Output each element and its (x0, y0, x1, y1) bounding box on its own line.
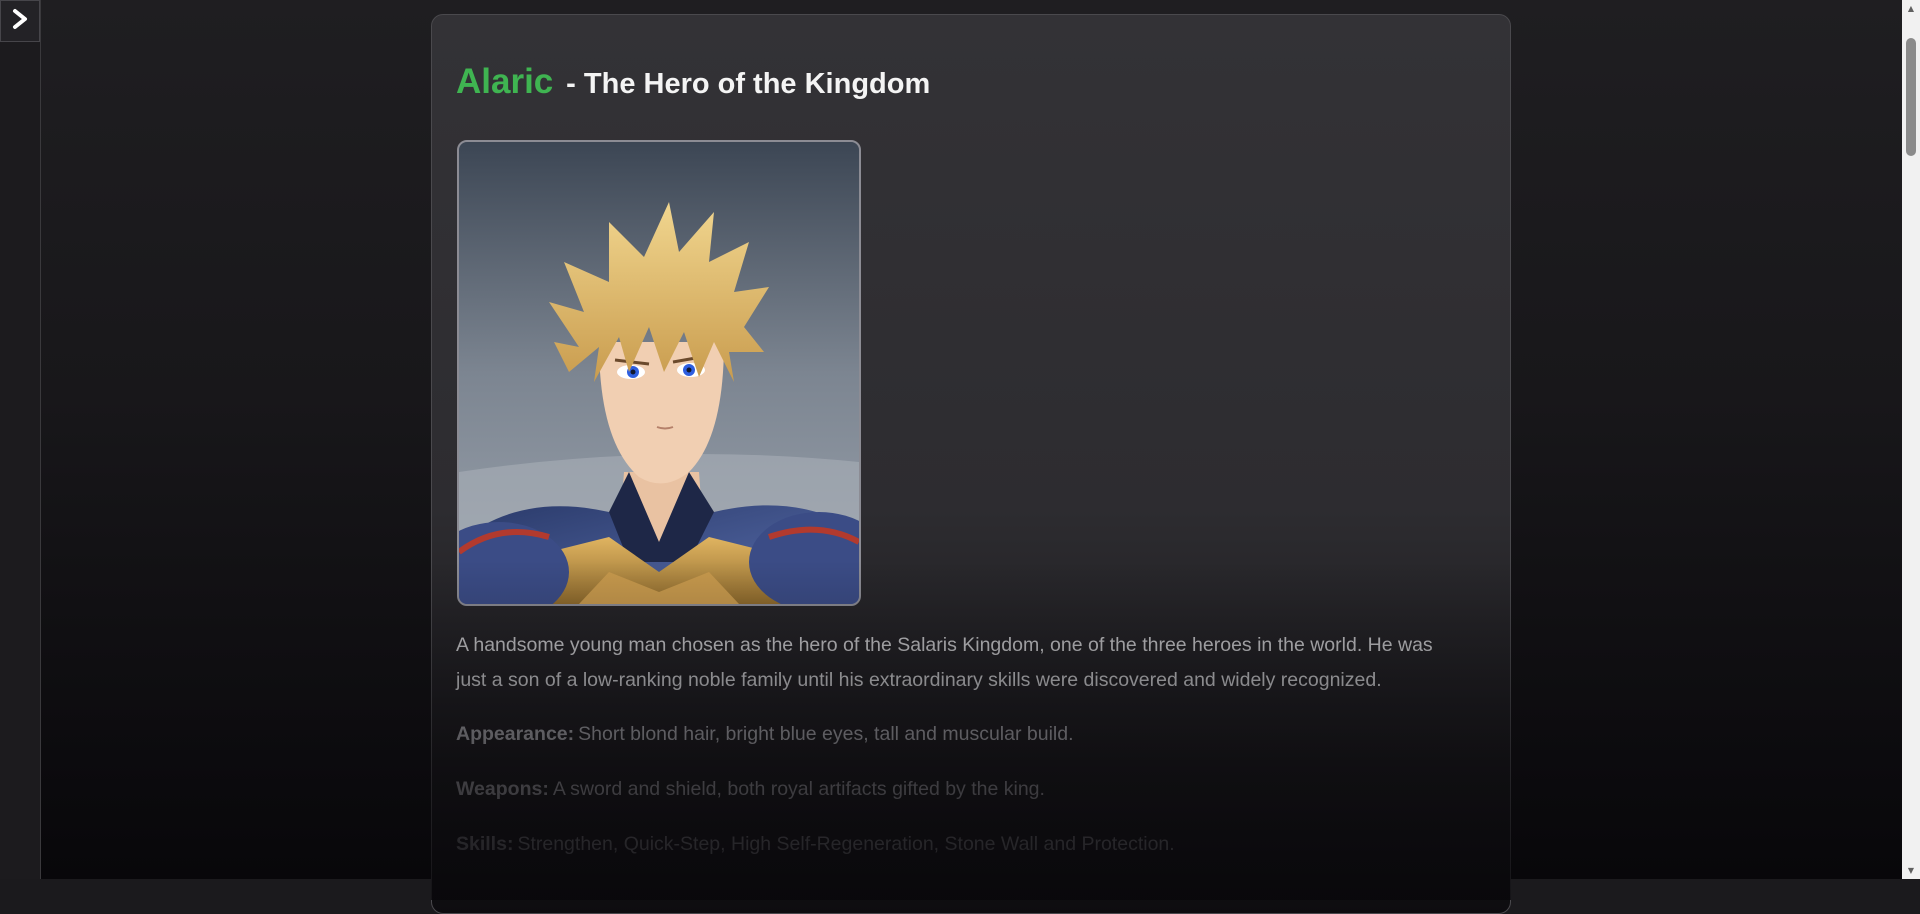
character-portrait-image (459, 142, 859, 604)
attribute-label: Appearance: (456, 723, 575, 745)
scroll-up-arrow-icon[interactable]: ▲ (1902, 0, 1920, 17)
character-portrait (457, 140, 861, 606)
character-description: A handsome young man chosen as the hero … (456, 634, 1433, 691)
character-title: Alaric - The Hero of the Kingdom (456, 62, 930, 102)
character-title-suffix: - The Hero of the Kingdom (566, 68, 931, 100)
scroll-down-arrow-icon[interactable]: ▼ (1902, 862, 1920, 879)
attribute-value: Strengthen, Quick-Step, High Self-Regene… (517, 833, 1175, 855)
attribute-value: Short blond hair, bright blue eyes, tall… (578, 723, 1074, 745)
attribute-label: Weapons: (456, 778, 549, 800)
page-viewport: Alaric - The Hero of the Kingdom A hands… (0, 0, 1920, 914)
sidebar (0, 0, 41, 879)
character-name: Alaric (456, 62, 554, 101)
scrollbar-thumb[interactable] (1906, 38, 1916, 156)
attribute-appearance: Appearance: Short blond hair, bright blue… (456, 723, 1074, 746)
vertical-scrollbar[interactable]: ▲ ▼ (1902, 0, 1920, 879)
attribute-value: A sword and shield, both royal artifacts… (552, 778, 1045, 800)
sidebar-toggle-button[interactable] (0, 0, 40, 42)
chevron-right-icon (9, 8, 31, 35)
attribute-skills: Skills: Strengthen, Quick-Step, High Self… (456, 833, 1175, 856)
attribute-label: Skills: (456, 833, 514, 855)
attribute-weapons: Weapons: A sword and shield, both royal a… (456, 778, 1045, 801)
